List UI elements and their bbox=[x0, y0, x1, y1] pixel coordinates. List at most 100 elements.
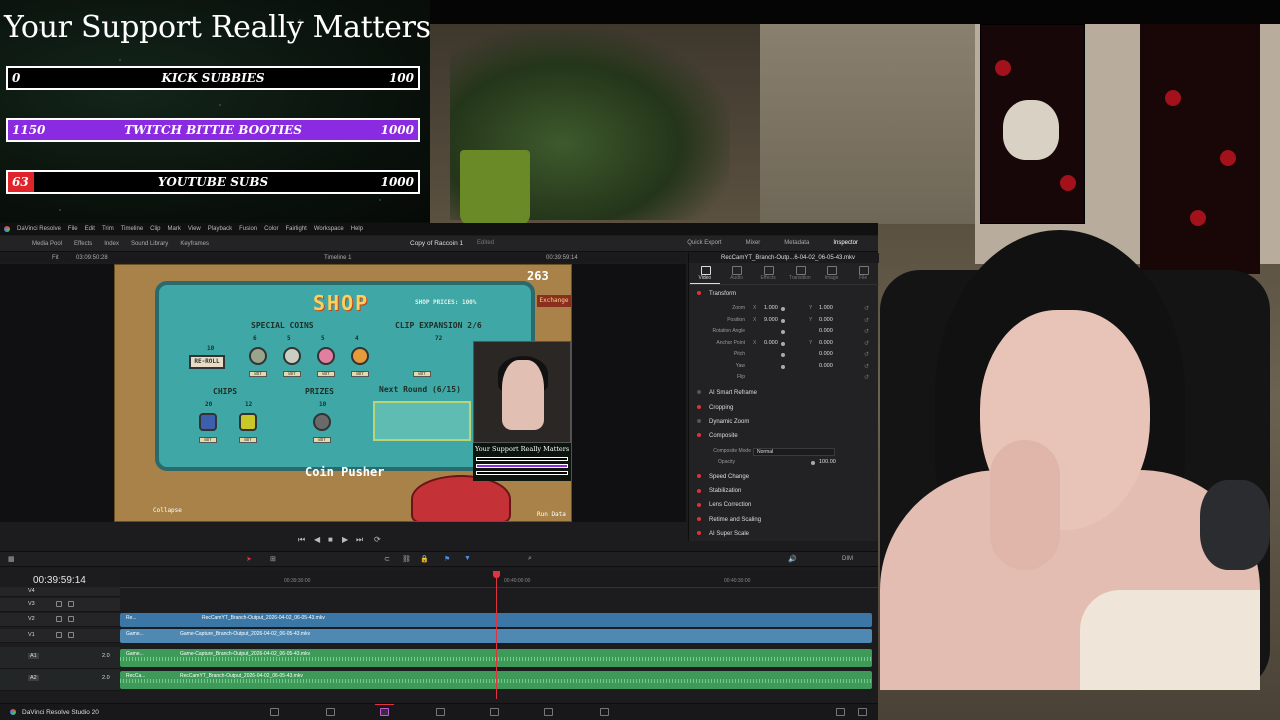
track-header-a1[interactable]: A1 2.0 bbox=[0, 647, 120, 669]
skip-end-icon[interactable]: ⏭ bbox=[356, 535, 363, 545]
menu-color[interactable]: Color bbox=[264, 226, 278, 232]
mixer-button[interactable]: Mixer bbox=[746, 240, 761, 246]
cropping-section[interactable]: Cropping bbox=[697, 405, 733, 411]
timeline-name-dropdown[interactable]: Timeline 1 bbox=[324, 255, 351, 261]
keyframes-button[interactable]: Keyframes bbox=[180, 241, 209, 247]
metadata-button[interactable]: Metadata bbox=[784, 240, 809, 246]
track-visible-icon[interactable] bbox=[68, 632, 74, 638]
quick-export-button[interactable]: Quick Export bbox=[687, 240, 721, 246]
menu-fusion[interactable]: Fusion bbox=[239, 226, 257, 232]
composite-section[interactable]: Composite bbox=[697, 433, 738, 439]
link-icon[interactable]: ⛓ bbox=[402, 555, 411, 563]
layout-icon[interactable]: ▦ bbox=[8, 555, 15, 563]
composite-mode-select[interactable]: Normal bbox=[753, 448, 835, 456]
dim-button[interactable]: DIM bbox=[842, 556, 853, 562]
cut-page-icon[interactable] bbox=[326, 708, 335, 716]
flag-icon[interactable]: ⚑ bbox=[444, 555, 450, 563]
menu-edit[interactable]: Edit bbox=[85, 226, 95, 232]
tab-transition[interactable]: Transition bbox=[785, 265, 815, 284]
edit-page-icon[interactable] bbox=[375, 704, 394, 716]
lock-icon[interactable]: 🔒 bbox=[420, 555, 429, 563]
dynamic-zoom-section[interactable]: Dynamic Zoom bbox=[697, 419, 749, 425]
track-header-v2[interactable]: V2 bbox=[0, 613, 120, 627]
y-value-field[interactable]: 0.000 bbox=[819, 340, 833, 346]
reset-icon[interactable]: ↺ bbox=[864, 363, 869, 370]
tab-file[interactable]: File bbox=[848, 265, 878, 284]
value-slider[interactable] bbox=[781, 353, 785, 357]
section-speed-change[interactable]: Speed Change bbox=[697, 474, 749, 480]
menu-mark[interactable]: Mark bbox=[168, 226, 181, 232]
snapping-icon[interactable]: ⊂ bbox=[384, 555, 390, 563]
track-lock-icon[interactable] bbox=[56, 616, 62, 622]
deliver-page-icon[interactable] bbox=[600, 708, 609, 716]
menu-view[interactable]: View bbox=[188, 226, 201, 232]
track-visible-icon[interactable] bbox=[68, 616, 74, 622]
effects-button[interactable]: Effects bbox=[74, 241, 92, 247]
menu-workspace[interactable]: Workspace bbox=[314, 226, 344, 232]
y-value-field[interactable]: 0.000 bbox=[819, 363, 833, 369]
track-header-a2[interactable]: A2 2.0 bbox=[0, 669, 120, 691]
color-page-icon[interactable] bbox=[490, 708, 499, 716]
menu-playback[interactable]: Playback bbox=[208, 226, 232, 232]
media-pool-button[interactable]: Media Pool bbox=[32, 241, 62, 247]
track-lock-icon[interactable] bbox=[56, 632, 62, 638]
marker-icon[interactable]: ▼ bbox=[464, 555, 471, 562]
y-value-field[interactable]: 1.000 bbox=[819, 305, 833, 311]
fusion-page-icon[interactable] bbox=[436, 708, 445, 716]
stop-icon[interactable]: ■ bbox=[328, 535, 333, 544]
track-header-v4[interactable]: V4 bbox=[0, 587, 120, 597]
menu-timeline[interactable]: Timeline bbox=[121, 226, 143, 232]
video-viewer[interactable]: SHOP 263 Exchange SHOP PRICES: 100% SPEC… bbox=[0, 264, 686, 522]
tab-image[interactable]: Image bbox=[816, 265, 846, 284]
index-button[interactable]: Index bbox=[104, 241, 119, 247]
section-retime-and-scaling[interactable]: Retime and Scaling bbox=[697, 517, 761, 523]
tab-audio[interactable]: Audio bbox=[721, 265, 751, 284]
inspector-button[interactable]: Inspector bbox=[833, 240, 858, 246]
loop-icon[interactable]: ⟳ bbox=[374, 535, 381, 544]
opacity-value[interactable]: 100.00 bbox=[819, 459, 836, 465]
menu-fairlight[interactable]: Fairlight bbox=[285, 226, 306, 232]
smart-reframe-section[interactable]: AI Smart Reframe bbox=[697, 390, 757, 396]
fairlight-page-icon[interactable] bbox=[544, 708, 553, 716]
track-header-v1[interactable]: V1 bbox=[0, 629, 120, 643]
skip-start-icon[interactable]: ⏮ bbox=[298, 535, 305, 545]
section-ai-super-scale[interactable]: AI Super Scale bbox=[697, 531, 749, 537]
y-value-field[interactable]: 0.000 bbox=[819, 317, 833, 323]
reset-icon[interactable]: ↺ bbox=[864, 305, 869, 312]
sound-library-button[interactable]: Sound Library bbox=[131, 241, 168, 247]
value-slider[interactable] bbox=[781, 318, 785, 323]
transform-section[interactable]: Transform bbox=[697, 291, 736, 297]
value-slider[interactable] bbox=[781, 364, 785, 369]
playhead[interactable] bbox=[493, 571, 500, 699]
section-lens-correction[interactable]: Lens Correction bbox=[697, 502, 751, 508]
menu-file[interactable]: File bbox=[68, 226, 78, 232]
menu-clip[interactable]: Clip bbox=[150, 226, 160, 232]
x-value-field[interactable]: 0.000 bbox=[764, 340, 778, 346]
selection-tool-icon[interactable]: ➤ bbox=[246, 555, 252, 563]
settings-icon[interactable] bbox=[858, 708, 867, 716]
tab-video[interactable]: Video bbox=[689, 265, 720, 284]
zoom-icon[interactable]: ⌕ bbox=[528, 555, 532, 563]
media-page-icon[interactable] bbox=[270, 708, 279, 716]
y-value-field[interactable]: 0.000 bbox=[819, 328, 833, 334]
play-icon[interactable]: ▶ bbox=[342, 535, 348, 544]
play-reverse-icon[interactable]: ◀ bbox=[314, 535, 320, 544]
track-lock-icon[interactable] bbox=[56, 601, 62, 607]
reset-icon[interactable]: ↺ bbox=[864, 340, 869, 347]
menu-davinci-resolve[interactable]: DaVinci Resolve bbox=[17, 226, 61, 232]
reset-icon[interactable]: ↺ bbox=[864, 317, 869, 324]
home-icon[interactable] bbox=[836, 708, 845, 716]
menu-help[interactable]: Help bbox=[351, 226, 363, 232]
value-slider[interactable] bbox=[781, 341, 785, 346]
reset-icon[interactable]: ↺ bbox=[864, 328, 869, 335]
tab-effects[interactable]: Effects bbox=[753, 265, 783, 284]
volume-icon[interactable]: 🔊 bbox=[788, 555, 797, 563]
x-value-field[interactable]: 9.000 bbox=[764, 317, 778, 323]
value-slider[interactable] bbox=[781, 307, 785, 311]
section-stabilization[interactable]: Stabilization bbox=[697, 488, 741, 494]
y-value-field[interactable]: 0.000 bbox=[819, 351, 833, 357]
value-slider[interactable] bbox=[781, 330, 785, 334]
fit-dropdown[interactable]: Fit bbox=[52, 255, 59, 261]
reset-icon[interactable]: ↺ bbox=[864, 374, 869, 381]
reset-icon[interactable]: ↺ bbox=[864, 351, 869, 358]
